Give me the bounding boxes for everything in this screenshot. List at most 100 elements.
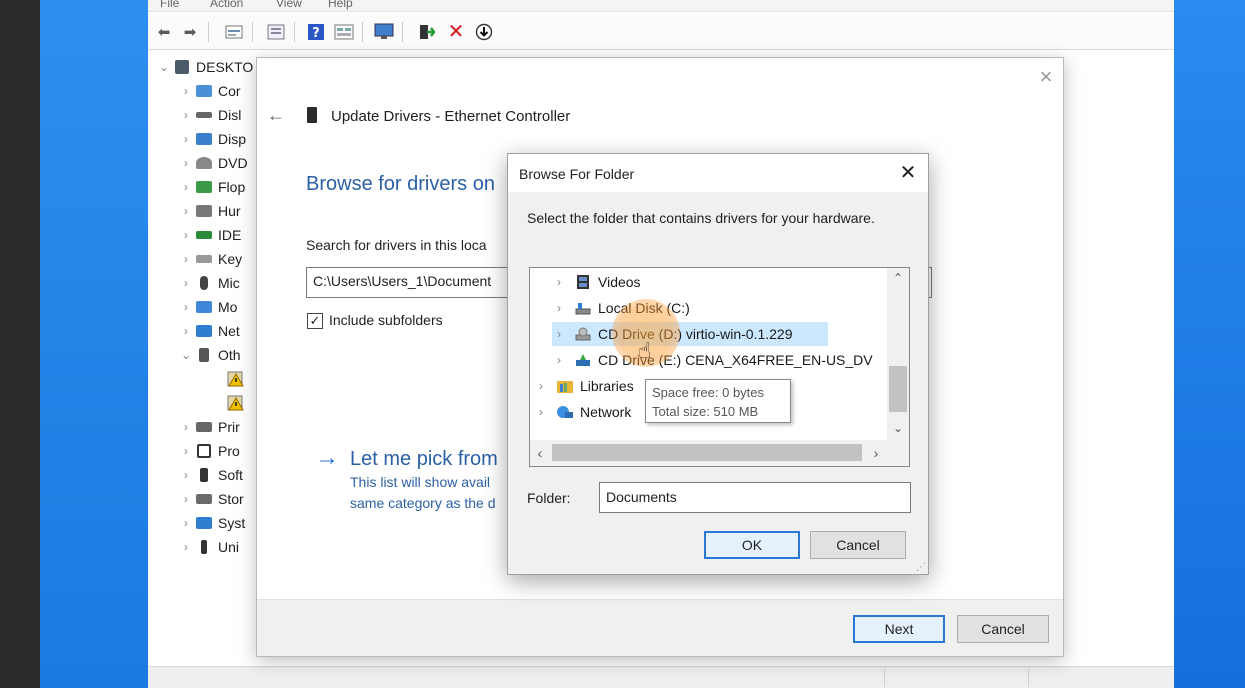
tree-item-unknown-device-2[interactable] bbox=[226, 392, 250, 414]
expand-chevron-icon[interactable]: › bbox=[178, 444, 194, 458]
tree-item-dvd-drives[interactable]: › DVD bbox=[178, 152, 248, 174]
include-subfolders-checkbox[interactable]: ✓ bbox=[307, 313, 323, 329]
monitor-icon[interactable] bbox=[374, 22, 394, 42]
expand-chevron-icon[interactable]: › bbox=[178, 156, 194, 170]
tree-item-software-devices[interactable]: › Soft bbox=[178, 464, 243, 486]
forward-arrow-icon[interactable]: ➡ bbox=[180, 22, 200, 42]
back-arrow-icon[interactable]: ← bbox=[265, 104, 287, 126]
expand-chevron-icon[interactable]: › bbox=[552, 353, 566, 367]
wizard-heading: Browse for drivers on bbox=[306, 173, 495, 195]
list-view-icon[interactable] bbox=[266, 22, 286, 42]
expand-chevron-icon[interactable]: › bbox=[178, 516, 194, 530]
expand-chevron-icon[interactable]: › bbox=[178, 420, 194, 434]
close-icon[interactable]: ✕ bbox=[896, 162, 920, 184]
expand-chevron-icon[interactable]: › bbox=[178, 540, 194, 554]
expand-chevron-icon[interactable]: › bbox=[178, 300, 194, 314]
desktop-background-left bbox=[40, 0, 148, 688]
horizontal-scrollbar[interactable]: ‹ › bbox=[530, 440, 887, 466]
pick-from-list-link[interactable]: Let me pick from bbox=[350, 448, 498, 471]
menu-file[interactable]: File bbox=[160, 0, 179, 10]
collapse-chevron-icon[interactable]: ⌄ bbox=[156, 60, 172, 74]
details-icon[interactable] bbox=[334, 22, 354, 42]
menu-view[interactable]: View bbox=[276, 0, 302, 10]
menu-action[interactable]: Action bbox=[210, 0, 243, 10]
vertical-scrollbar[interactable]: ⌃ ⌄ bbox=[887, 268, 909, 440]
device-tree: ⌄ DESKTO › Cor › Disl › Disp › DVD › Flop › Hu… bbox=[148, 52, 258, 572]
expand-chevron-icon[interactable]: › bbox=[178, 468, 194, 482]
horizontal-scroll-thumb[interactable] bbox=[552, 444, 862, 461]
update-driver-icon[interactable] bbox=[416, 22, 436, 42]
folder-tree: › Videos › Local Disk (C:) › CD Drive (D… bbox=[529, 267, 910, 467]
expand-chevron-icon[interactable]: › bbox=[178, 132, 194, 146]
tree-item-other-devices[interactable]: ⌄ Oth bbox=[178, 344, 241, 366]
expand-chevron-icon[interactable]: › bbox=[178, 180, 194, 194]
folder-item-cd-drive-d[interactable]: › CD Drive (D:) virtio-win-0.1.229 bbox=[552, 322, 828, 346]
tree-item-network-adapters[interactable]: › Net bbox=[178, 320, 240, 342]
tree-item-display-adapters[interactable]: › Disp bbox=[178, 128, 246, 150]
vertical-scroll-thumb[interactable] bbox=[889, 366, 907, 412]
expand-chevron-icon[interactable]: › bbox=[178, 492, 194, 506]
expand-chevron-icon[interactable]: › bbox=[178, 108, 194, 122]
expand-chevron-icon[interactable]: › bbox=[178, 204, 194, 218]
right-arrow-icon[interactable]: → bbox=[315, 445, 339, 471]
ok-button[interactable]: OK bbox=[704, 531, 800, 559]
tree-item-mice[interactable]: › Mic bbox=[178, 272, 240, 294]
toolbar-separator bbox=[402, 22, 403, 42]
wizard-close-icon[interactable]: × bbox=[1035, 66, 1057, 88]
uninstall-icon[interactable]: ✕ bbox=[446, 22, 466, 42]
help-icon[interactable]: ? bbox=[306, 22, 326, 42]
folder-item-videos[interactable]: › Videos bbox=[552, 270, 872, 294]
tree-item-computer[interactable]: › Cor bbox=[178, 80, 241, 102]
tree-item-human-interface[interactable]: › Hur bbox=[178, 200, 241, 222]
expand-chevron-icon[interactable]: › bbox=[178, 276, 194, 290]
tree-root[interactable]: ⌄ DESKTO bbox=[156, 56, 253, 78]
folder-item-cd-drive-e[interactable]: › CD Drive (E:) CENA_X64FREE_EN-US_DV bbox=[552, 348, 892, 372]
expand-chevron-icon[interactable]: › bbox=[552, 327, 566, 341]
tree-item-processors[interactable]: › Pro bbox=[178, 440, 240, 462]
scroll-left-icon[interactable]: ‹ bbox=[530, 440, 550, 466]
tree-item-label: Mo bbox=[218, 299, 238, 315]
tree-item-storage-controllers[interactable]: › Stor bbox=[178, 488, 244, 510]
scroll-down-icon[interactable]: ⌄ bbox=[887, 418, 909, 438]
folder-item-local-disk[interactable]: › Local Disk (C:) bbox=[552, 296, 872, 320]
expand-chevron-icon[interactable]: › bbox=[178, 84, 194, 98]
collapse-chevron-icon[interactable]: ⌄ bbox=[178, 348, 194, 362]
tree-item-disk-drives[interactable]: › Disl bbox=[178, 104, 241, 126]
back-arrow-icon[interactable]: ⬅ bbox=[154, 22, 174, 42]
tooltip-space-free: Space free: 0 bytes bbox=[652, 385, 765, 400]
tree-item-label: Pro bbox=[218, 443, 240, 459]
tree-item-keyboards[interactable]: › Key bbox=[178, 248, 242, 270]
tree-item-unknown-device-1[interactable] bbox=[226, 368, 250, 390]
tree-item-print-queues[interactable]: › Prir bbox=[178, 416, 240, 438]
left-edge-background bbox=[0, 0, 40, 688]
expand-chevron-icon[interactable]: › bbox=[552, 275, 566, 289]
resize-grip-icon[interactable]: ⋰ bbox=[916, 562, 928, 574]
folder-input[interactable]: Documents bbox=[599, 482, 911, 513]
scroll-right-icon[interactable]: › bbox=[866, 440, 886, 466]
network-adapter-icon bbox=[194, 323, 214, 339]
scan-hardware-icon[interactable] bbox=[474, 22, 494, 42]
tree-item-usb-controllers[interactable]: › Uni bbox=[178, 536, 239, 558]
tree-item-floppy[interactable]: › Flop bbox=[178, 176, 245, 198]
tree-item-system-devices[interactable]: › Syst bbox=[178, 512, 245, 534]
next-button[interactable]: Next bbox=[853, 615, 945, 643]
expand-chevron-icon[interactable]: › bbox=[534, 405, 548, 419]
expand-chevron-icon[interactable]: › bbox=[534, 379, 548, 393]
scroll-up-icon[interactable]: ⌃ bbox=[887, 268, 909, 288]
expand-chevron-icon[interactable]: › bbox=[552, 301, 566, 315]
browse-cancel-button[interactable]: Cancel bbox=[810, 531, 906, 559]
expand-chevron-icon[interactable]: › bbox=[178, 252, 194, 266]
properties-icon[interactable] bbox=[224, 22, 244, 42]
wizard-cancel-button[interactable]: Cancel bbox=[957, 615, 1049, 643]
expand-chevron-icon[interactable]: › bbox=[178, 324, 194, 338]
tree-item-monitors[interactable]: › Mo bbox=[178, 296, 237, 318]
warning-device-icon bbox=[226, 371, 246, 387]
tree-item-label: Mic bbox=[218, 275, 240, 291]
cd-drive-setup-icon bbox=[574, 352, 592, 368]
menu-help[interactable]: Help bbox=[328, 0, 353, 10]
expand-chevron-icon[interactable]: › bbox=[178, 228, 194, 242]
menu-bar: File Action View Help bbox=[148, 0, 1174, 12]
include-subfolders-label[interactable]: Include subfolders bbox=[329, 312, 443, 328]
status-bar bbox=[148, 666, 1174, 688]
tree-item-ide[interactable]: › IDE bbox=[178, 224, 241, 246]
